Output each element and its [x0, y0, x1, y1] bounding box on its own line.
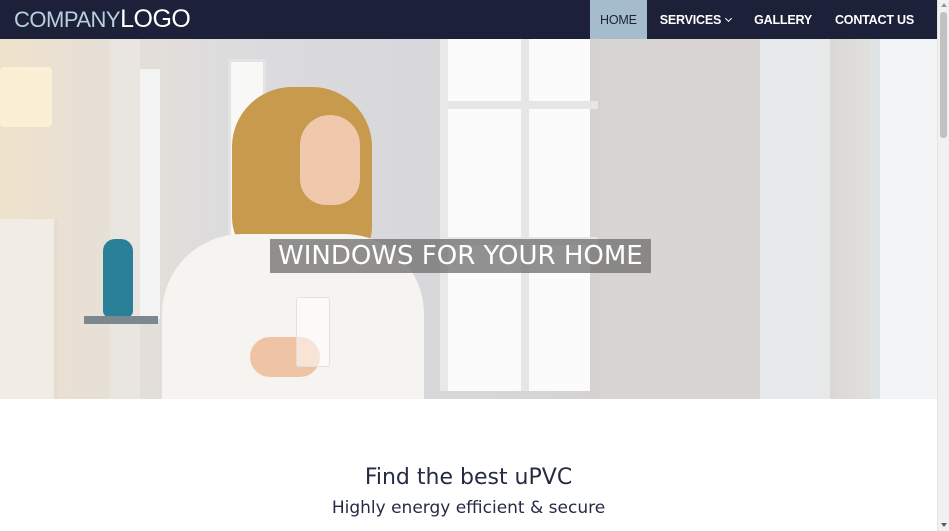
hero-image-wall: [110, 39, 140, 399]
hero-title: WINDOWS FOR YOUR HOME: [270, 239, 651, 273]
main-nav: HOME SERVICES GALLERY CONTACT US: [587, 0, 924, 39]
hero-image-main-window: [440, 39, 598, 391]
company-logo[interactable]: CompanyLogo: [14, 5, 191, 34]
nav-item-label: CONTACT US: [834, 12, 914, 27]
hero-image-person-face: [300, 115, 360, 205]
scroll-up-arrow-icon[interactable]: [941, 3, 947, 7]
page-scrollbar[interactable]: [937, 0, 949, 531]
scroll-down-arrow-icon[interactable]: [941, 523, 947, 527]
chevron-down-icon: [725, 14, 733, 22]
hero-image-pillar: [760, 39, 830, 399]
section-subheading: Highly energy efficient & secure: [331, 498, 606, 518]
nav-item-label: GALLERY: [754, 12, 812, 27]
scrollbar-thumb[interactable]: [940, 12, 947, 138]
nav-item-gallery[interactable]: GALLERY: [744, 0, 822, 39]
nav-item-home[interactable]: HOME: [590, 0, 647, 39]
hero-image-ledge: [84, 316, 158, 324]
hero-image-window: [140, 69, 160, 319]
logo-logo-text: Logo: [120, 5, 191, 33]
hero-image-wall: [600, 39, 760, 399]
nav-item-contact-us[interactable]: CONTACT US: [825, 0, 924, 39]
intro-section: Find the best uPVC Highly energy efficie…: [0, 399, 937, 531]
section-heading: Find the best uPVC: [364, 465, 573, 490]
logo-company-text: Company: [14, 7, 121, 32]
hero-image-shelf: [0, 219, 58, 399]
hero-image-window: [870, 39, 937, 399]
hero-image-vase: [103, 239, 133, 317]
hero-image-lamp: [0, 67, 52, 127]
hero-banner: WINDOWS FOR YOUR HOME: [0, 39, 937, 399]
nav-item-label: HOME: [600, 12, 637, 27]
top-navbar: CompanyLogo HOME SERVICES GALLERY CONTAC…: [0, 0, 937, 39]
hero-image-glass: [296, 297, 330, 367]
nav-item-services[interactable]: SERVICES: [650, 0, 741, 39]
nav-item-label: SERVICES: [659, 12, 722, 27]
